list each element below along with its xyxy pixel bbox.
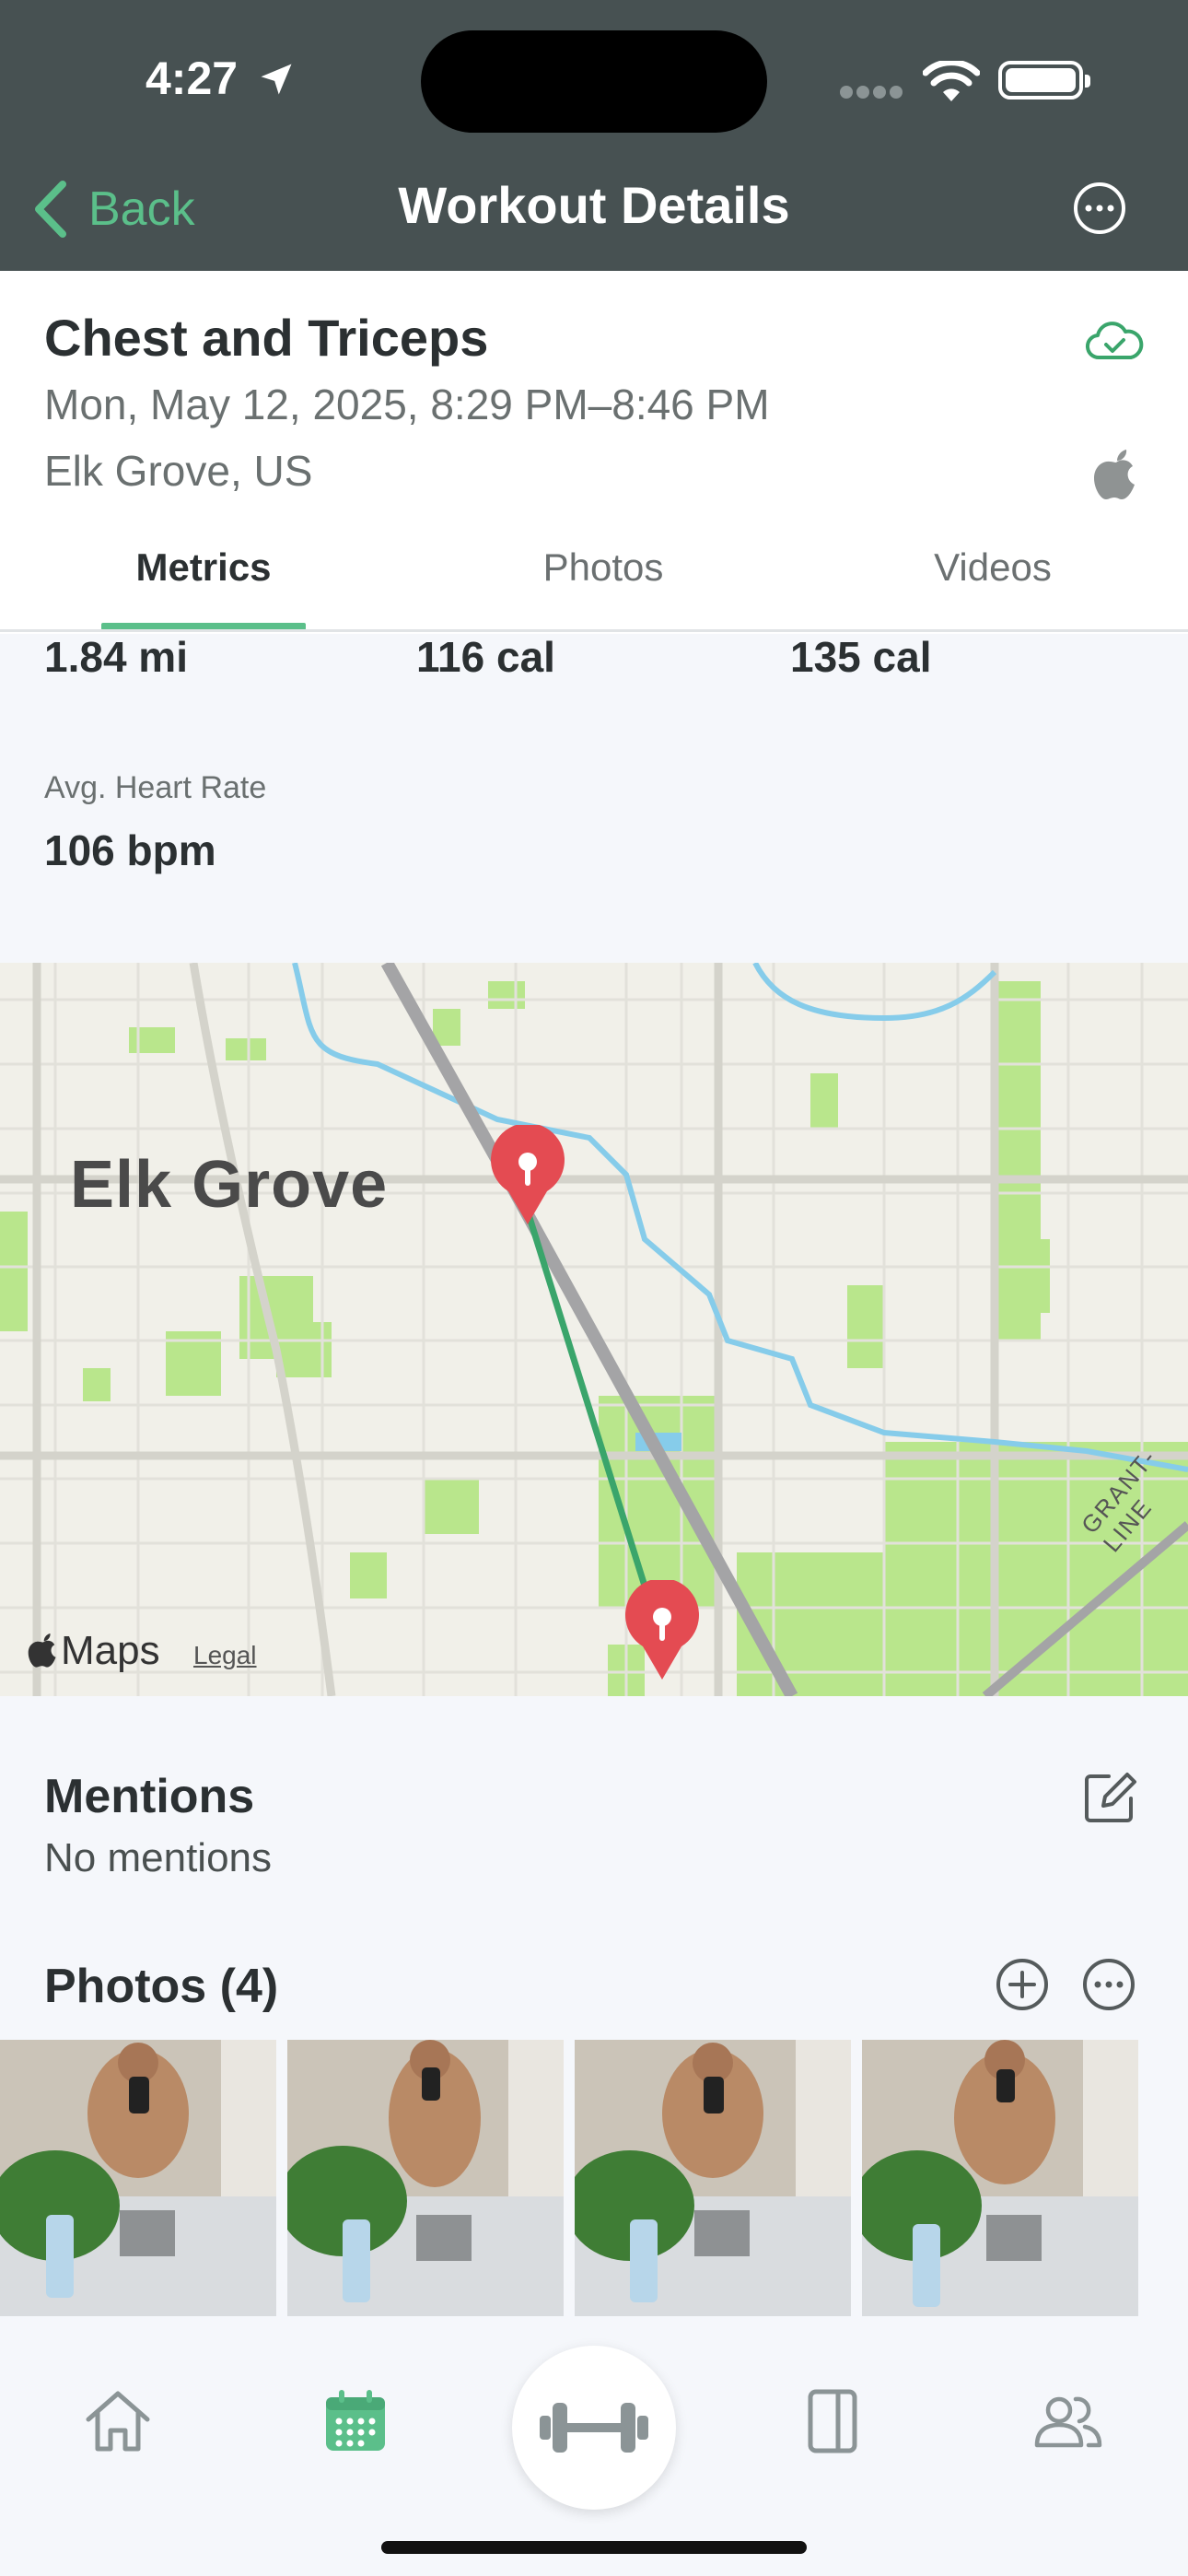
workout-photo[interactable] xyxy=(0,2040,276,2316)
photo-thumbnail xyxy=(0,2040,276,2316)
route-map[interactable]: Elk Grove GRANT-LINE Maps Legal xyxy=(0,963,1188,1696)
top-bar: 4:27 Back Workout Details xyxy=(0,0,1188,271)
dumbbell-icon xyxy=(540,2403,648,2453)
workout-header: Chest and Triceps Mon, May 12, 2025, 8:2… xyxy=(0,271,1188,634)
metric-distance: 1.84 mi xyxy=(44,633,188,681)
workout-location: Elk Grove, US xyxy=(44,447,313,495)
apple-logo-icon xyxy=(28,1633,56,1668)
home-icon[interactable] xyxy=(83,2388,153,2454)
calendar-icon[interactable] xyxy=(320,2388,390,2454)
workout-photo[interactable] xyxy=(575,2040,851,2316)
workout-photo[interactable] xyxy=(862,2040,1138,2316)
route-end-pin-icon xyxy=(625,1580,699,1680)
maps-provider-label: Maps xyxy=(61,1628,160,1673)
edit-mentions-icon[interactable] xyxy=(1081,1769,1138,1826)
status-time: 4:27 xyxy=(146,53,239,104)
mentions-empty-text: No mentions xyxy=(44,1835,273,1880)
cellular-signal-icon xyxy=(840,86,906,99)
maps-attribution: Maps xyxy=(28,1628,160,1674)
workout-photo[interactable] xyxy=(287,2040,564,2316)
add-photo-icon[interactable] xyxy=(995,1957,1050,2012)
dynamic-island xyxy=(421,30,767,133)
photos-section-title: Photos (4) xyxy=(44,1960,279,2013)
home-indicator xyxy=(381,2541,807,2554)
map-city-label: Elk Grove xyxy=(70,1148,389,1222)
photo-thumbnail xyxy=(287,2040,564,2316)
cloud-synced-icon[interactable] xyxy=(1085,321,1144,365)
map-background xyxy=(0,963,1188,1696)
heart-rate-value: 106 bpm xyxy=(44,826,216,874)
start-workout-button[interactable] xyxy=(512,2346,676,2510)
photo-thumbnail xyxy=(862,2040,1138,2316)
metric-total-calories: 135 cal xyxy=(790,633,932,681)
people-icon[interactable] xyxy=(1033,2388,1103,2454)
tab-metrics[interactable]: Metrics xyxy=(101,545,306,590)
more-options-icon[interactable] xyxy=(1072,181,1127,236)
tab-videos[interactable]: Videos xyxy=(891,545,1094,590)
apple-health-source-icon xyxy=(1094,450,1135,499)
book-icon[interactable] xyxy=(798,2388,868,2454)
wifi-icon xyxy=(923,61,980,101)
mentions-title: Mentions xyxy=(44,1770,255,1823)
location-arrow-icon xyxy=(261,64,292,95)
heart-rate-label: Avg. Heart Rate xyxy=(44,770,267,805)
workout-title: Chest and Triceps xyxy=(44,309,489,367)
metric-active-calories: 116 cal xyxy=(416,633,555,681)
page-title: Workout Details xyxy=(398,176,790,234)
tab-photos[interactable]: Photos xyxy=(502,545,705,590)
workout-datetime: Mon, May 12, 2025, 8:29 PM–8:46 PM xyxy=(44,381,770,428)
route-start-pin-icon xyxy=(491,1125,565,1224)
map-legal-link[interactable]: Legal xyxy=(193,1641,257,1670)
photo-thumbnail xyxy=(575,2040,851,2316)
battery-icon xyxy=(998,61,1090,100)
photos-more-icon[interactable] xyxy=(1081,1957,1136,2012)
